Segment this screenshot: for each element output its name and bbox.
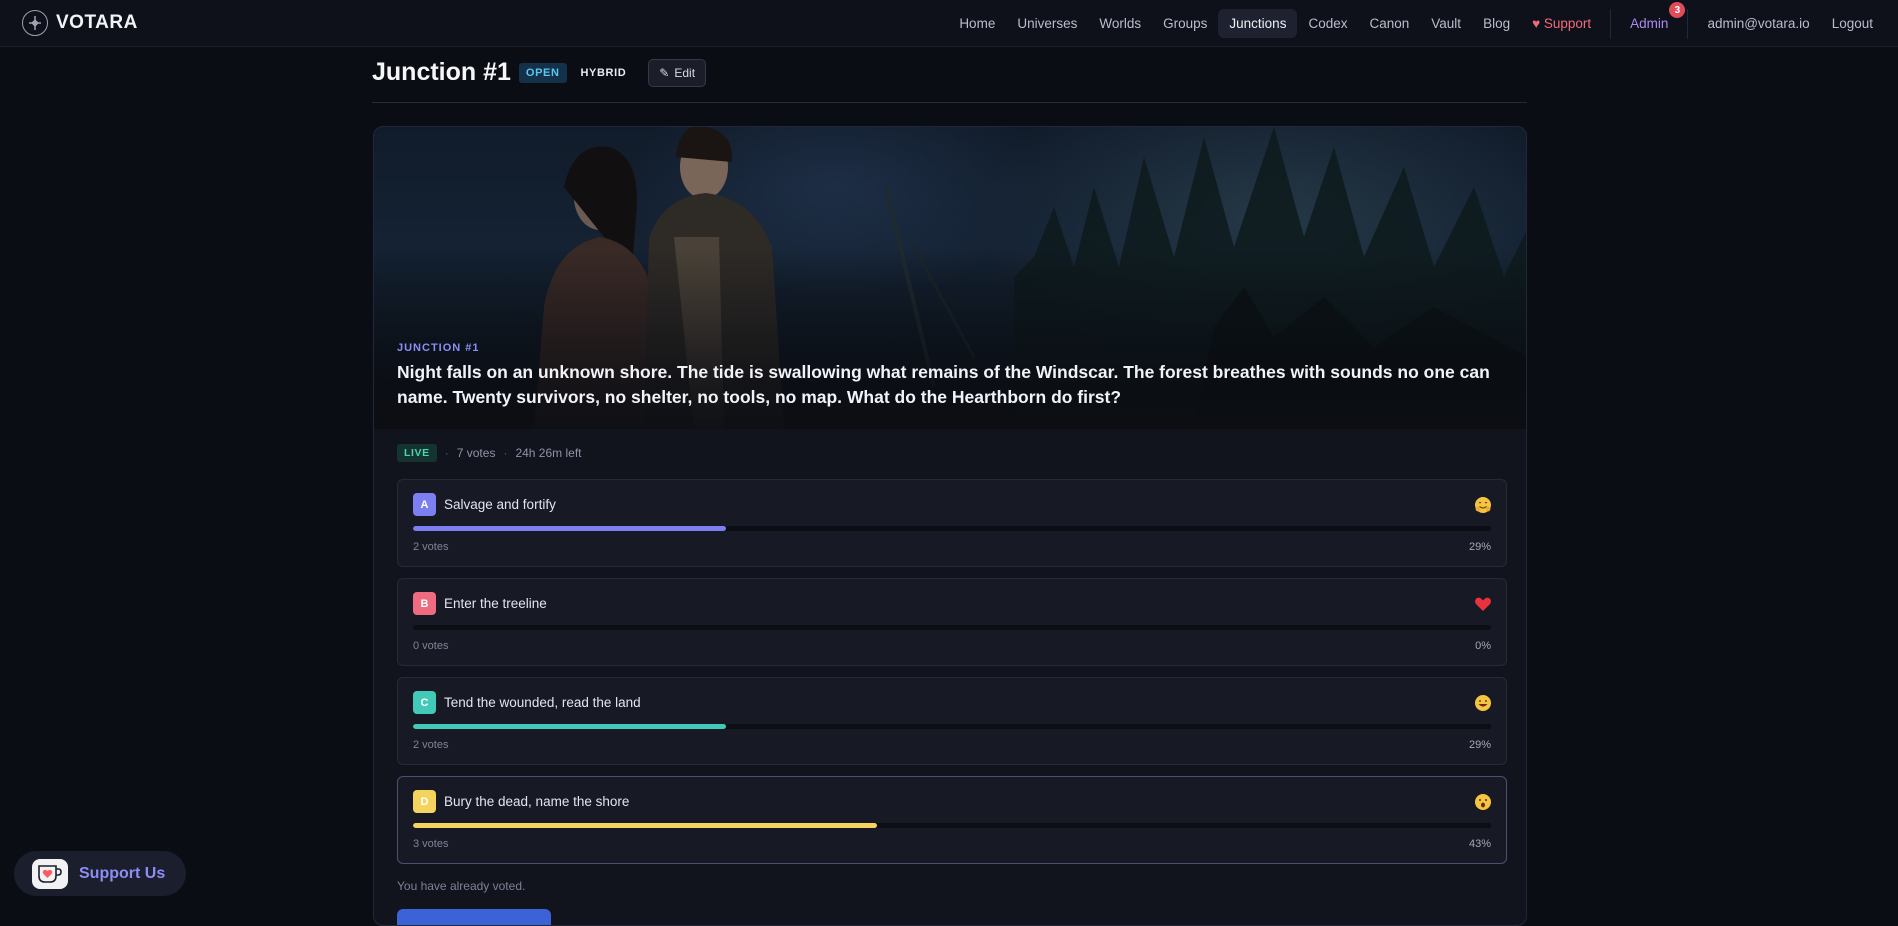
nav-junctions[interactable]: Junctions (1218, 9, 1298, 38)
separator-dot: · (503, 446, 508, 460)
progress-track (413, 625, 1491, 630)
progress-fill (413, 526, 726, 531)
nav-canon[interactable]: Canon (1358, 9, 1420, 38)
time-left: 24h 26m left (515, 446, 582, 460)
nav-vault[interactable]: Vault (1420, 9, 1472, 38)
page-header: Junction #1 OPEN HYBRID ✎ Edit (372, 53, 1527, 103)
brand[interactable]: VOTARA (22, 10, 138, 36)
option-votes: 0 votes (413, 640, 449, 652)
option-percent: 29% (1468, 541, 1491, 553)
progress-fill (413, 724, 726, 729)
hug-face-icon (1475, 497, 1491, 513)
progress-track (413, 526, 1491, 531)
option-d[interactable]: D Bury the dead, name the shore 3 votes … (397, 776, 1507, 864)
option-percent: 29% (1468, 739, 1491, 751)
grin-face-icon (1475, 695, 1491, 711)
option-label: Enter the treeline (444, 596, 547, 611)
option-votes: 2 votes (413, 541, 449, 553)
votara-logo-icon (22, 10, 48, 36)
nav-support[interactable]: ♥ Support (1521, 9, 1602, 38)
hero-label: JUNCTION #1 (397, 342, 480, 354)
meta-row: LIVE · 7 votes · 24h 26m left (397, 444, 582, 462)
option-votes: 3 votes (413, 838, 449, 850)
option-c[interactable]: C Tend the wounded, read the land 2 vote… (397, 677, 1507, 765)
nav-worlds[interactable]: Worlds (1088, 9, 1152, 38)
pencil-icon: ✎ (659, 65, 670, 80)
nav-logout[interactable]: Logout (1821, 9, 1884, 38)
status-badge: OPEN (518, 62, 567, 83)
nav-support-label: Support (1543, 16, 1592, 31)
notification-badge: 3 (1669, 2, 1686, 18)
heart-icon: ♥ (1532, 16, 1541, 31)
nav-user-email[interactable]: admin@votara.io (1696, 9, 1820, 38)
nav-divider (1687, 8, 1689, 39)
option-label: Bury the dead, name the shore (444, 794, 630, 809)
option-b[interactable]: B Enter the treeline 0 votes 0% (397, 578, 1507, 666)
nav-home[interactable]: Home (948, 9, 1006, 38)
option-votes: 2 votes (413, 739, 449, 751)
coffee-cup-icon (32, 858, 68, 889)
option-percent: 43% (1468, 838, 1491, 850)
option-label: Salvage and fortify (444, 497, 556, 512)
separator-dot: · (444, 446, 449, 460)
progress-fill (413, 823, 877, 828)
nav-codex[interactable]: Codex (1297, 9, 1358, 38)
vote-count: 7 votes (456, 446, 496, 460)
page-title: Junction #1 (372, 58, 511, 86)
option-letter: D (413, 790, 436, 813)
option-label: Tend the wounded, read the land (444, 695, 641, 710)
nav-admin[interactable]: Admin 3 (1619, 2, 1686, 38)
support-us-button[interactable]: Support Us (14, 851, 186, 896)
nav-universes[interactable]: Universes (1006, 9, 1088, 38)
support-us-label: Support Us (79, 864, 166, 882)
edit-label: Edit (674, 65, 696, 80)
option-percent: 0% (1475, 640, 1491, 652)
nav-divider (1610, 8, 1612, 39)
junction-prompt: Night falls on an unknown shore. The tid… (397, 362, 1490, 407)
nav-admin-label: Admin (1630, 16, 1669, 31)
surprised-face-icon (1475, 794, 1491, 810)
nav-groups[interactable]: Groups (1152, 9, 1218, 38)
brand-name: VOTARA (56, 12, 138, 33)
progress-track (413, 724, 1491, 729)
option-letter: B (413, 592, 436, 615)
option-letter: A (413, 493, 436, 516)
mode-badge: HYBRID (580, 66, 627, 79)
junction-card: JUNCTION #1 Night falls on an unknown sh… (373, 126, 1527, 926)
hero-image: JUNCTION #1 Night falls on an unknown sh… (374, 127, 1526, 429)
primary-action-button[interactable] (397, 909, 551, 925)
voted-note: You have already voted. (397, 879, 526, 893)
nav-links: Home Universes Worlds Groups Junctions C… (948, 0, 1884, 47)
top-nav: VOTARA Home Universes Worlds Groups Junc… (0, 0, 1898, 47)
progress-track (413, 823, 1491, 828)
option-a[interactable]: A Salvage and fortify 2 votes 29% (397, 479, 1507, 567)
heart-icon (1475, 597, 1491, 611)
nav-blog[interactable]: Blog (1472, 9, 1521, 38)
option-letter: C (413, 691, 436, 714)
live-badge: LIVE (397, 444, 437, 462)
edit-button[interactable]: ✎ Edit (648, 58, 707, 87)
